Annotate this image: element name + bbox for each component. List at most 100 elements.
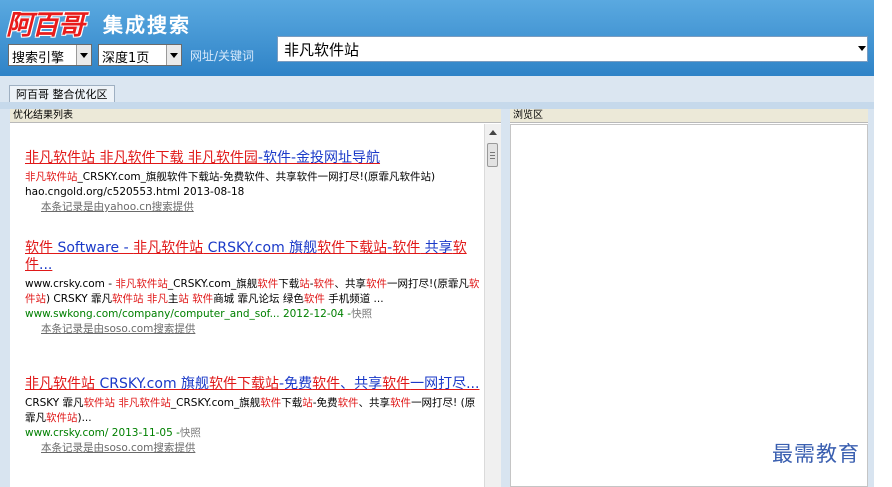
text-segment: 软件 xyxy=(257,278,279,290)
text-segment: 软件 xyxy=(390,397,412,409)
text-segment: 软件站 xyxy=(83,397,116,409)
text-segment: Software - xyxy=(53,240,134,256)
app-window: 阿百哥 集成搜索 搜索引擎 深度1页 网址/关键词 非凡软件站 阿百哥 整合优化… xyxy=(0,0,874,487)
text-segment: 、共享 xyxy=(358,397,391,409)
text-segment: www.crsky.com/ 2013-11-05 - xyxy=(25,427,180,439)
toolbar-strip xyxy=(0,102,874,109)
tab-bar: 阿百哥 整合优化区 xyxy=(0,76,874,103)
text-segment: 软件站 xyxy=(112,293,144,305)
text-segment: -免费 xyxy=(279,376,313,392)
text-segment: 软件下载站 xyxy=(209,376,280,392)
result-source[interactable]: 本条记录是由soso.com搜索提供 xyxy=(25,441,484,456)
text-segment: -免费 xyxy=(312,397,338,409)
text-segment: ... xyxy=(39,257,53,273)
text-segment: 站 xyxy=(302,397,313,409)
result-url: www.crsky.com/ 2013-11-05 -快照 xyxy=(25,426,484,441)
text-segment: 软件下载站 xyxy=(317,240,388,256)
text-segment: www.swkong.com/company/computer_and_sof.… xyxy=(25,308,352,320)
chevron-down-icon[interactable] xyxy=(166,45,181,65)
tab-optimize-area[interactable]: 阿百哥 整合优化区 xyxy=(9,85,115,103)
text-segment: 站 xyxy=(299,278,310,290)
text-segment: 软件 xyxy=(25,240,53,256)
search-engine-select[interactable]: 搜索引擎 xyxy=(8,44,92,66)
result-title-link[interactable]: 非凡软件站 非凡软件下载 非凡软件园-软件-金投网址导航 xyxy=(25,150,435,167)
result-url: www.swkong.com/company/computer_and_sof.… xyxy=(25,307,484,322)
result-title-link[interactable]: 软件 Software - 非凡软件站 CRSKY.com 旗舰软件下载站-软件… xyxy=(25,240,484,274)
result-item: 软件 Software - 非凡软件站 CRSKY.com 旗舰软件下载站-软件… xyxy=(25,240,484,337)
text-segment: 站 xyxy=(178,293,189,305)
results-panel: 优化结果列表 非凡软件站 非凡软件下载 非凡软件园-软件-金投网址导航 非凡软件… xyxy=(10,109,501,487)
text-segment: 软件 xyxy=(382,376,411,392)
text-segment: 快照 xyxy=(351,308,373,320)
scroll-up-icon[interactable] xyxy=(485,124,501,140)
app-title: 集成搜索 xyxy=(103,13,191,37)
text-segment: 非凡软件站 xyxy=(133,240,204,256)
text-segment: 非凡软件站 非凡软件下载 非凡软件园 xyxy=(25,150,258,166)
text-segment: CRSKY 霏凡 xyxy=(25,397,84,409)
text-segment: 非凡软件站 xyxy=(25,376,95,392)
text-segment: 软件 xyxy=(192,293,214,305)
url-keyword-value: 非凡软件站 xyxy=(284,41,360,59)
search-engine-value: 搜索引擎 xyxy=(12,51,65,66)
text-segment: 软件 xyxy=(313,278,335,290)
text-segment: 非凡软件站 xyxy=(115,278,168,290)
text-segment: 快照 xyxy=(179,427,201,439)
header-bar: 阿百哥 集成搜索 搜索引擎 深度1页 网址/关键词 非凡软件站 xyxy=(0,0,874,76)
result-source[interactable]: 本条记录是由yahoo.cn搜索提供 xyxy=(25,200,435,215)
text-segment: 非凡软件站 xyxy=(118,397,171,409)
page-margin xyxy=(874,0,892,487)
results-scrollbar[interactable] xyxy=(484,124,501,487)
text-segment: 软件 xyxy=(392,240,421,256)
result-snippet: 非凡软件站_CRSKY.com_旗舰软件下载站-免费软件、共享软件一网打尽!(原… xyxy=(25,170,435,185)
scroll-thumb[interactable] xyxy=(487,143,498,167)
url-keyword-input[interactable]: 非凡软件站 xyxy=(277,36,868,62)
url-keyword-label: 网址/关键词 xyxy=(190,49,255,63)
chevron-down-icon[interactable] xyxy=(76,45,91,65)
text-segment: _CRSKY.com_旗舰 xyxy=(170,397,261,409)
depth-select[interactable]: 深度1页 xyxy=(98,44,182,66)
text-segment: 手机频道 ... xyxy=(324,293,384,305)
text-segment: 软件 xyxy=(312,376,341,392)
text-segment: 软件 xyxy=(366,278,388,290)
text-segment: 软件 xyxy=(260,397,282,409)
depth-value: 深度1页 xyxy=(102,51,150,66)
text-segment: 共享 xyxy=(420,240,453,256)
result-snippet: CRSKY 霏凡软件站 非凡软件站_CRSKY.com_旗舰软件下载站-免费软件… xyxy=(25,396,484,426)
results-panel-title: 优化结果列表 xyxy=(10,109,501,123)
text-segment: 商城 霏凡论坛 绿色 xyxy=(213,293,304,305)
grip-line xyxy=(490,155,495,156)
text-segment: 一网打尽... xyxy=(410,376,480,392)
text-segment: CRSKY.com 旗舰 xyxy=(203,240,318,256)
text-segment: 非凡 xyxy=(146,293,168,305)
result-item: 非凡软件站 非凡软件下载 非凡软件园-软件-金投网址导航 非凡软件站_CRSKY… xyxy=(25,150,435,215)
result-item: 非凡软件站 CRSKY.com 旗舰软件下载站-免费软件、共享软件一网打尽...… xyxy=(25,376,484,456)
grip-line xyxy=(490,152,495,153)
text-segment: 、共享 xyxy=(334,278,367,290)
text-segment: -软件-金投网址导航 xyxy=(257,150,381,166)
text-segment: 下载 xyxy=(278,278,300,290)
text-segment: 软件站 xyxy=(46,412,78,424)
text-segment: hao.cngold.org/c520553.html 2013-08-18 xyxy=(25,186,245,198)
text-segment: 主 xyxy=(167,293,179,305)
text-segment: 软件 xyxy=(303,293,325,305)
watermark: 最需教育 xyxy=(772,442,860,466)
result-source[interactable]: 本条记录是由soso.com搜索提供 xyxy=(25,322,484,337)
browse-panel-title: 浏览区 xyxy=(510,109,868,123)
grip-line xyxy=(490,158,495,159)
text-segment: 软件 xyxy=(337,397,359,409)
text-segment: _CRSKY.com_旗舰 xyxy=(167,278,258,290)
app-logo: 阿百哥 xyxy=(6,10,85,41)
text-segment: 非凡软件站 xyxy=(25,171,78,183)
result-title-link[interactable]: 非凡软件站 CRSKY.com 旗舰软件下载站-免费软件、共享软件一网打尽... xyxy=(25,376,484,393)
text-segment: www.crsky.com - xyxy=(25,278,116,290)
text-segment: 下载 xyxy=(281,397,303,409)
text-segment: 一网打尽!(原霏凡 xyxy=(387,278,469,290)
text-segment: 、共享 xyxy=(340,376,383,392)
result-snippet: www.crsky.com - 非凡软件站_CRSKY.com_旗舰软件下载站-… xyxy=(25,277,484,307)
chevron-down-icon[interactable] xyxy=(858,46,866,51)
text-segment: CRSKY.com 旗舰 xyxy=(95,376,210,392)
results-list: 非凡软件站 非凡软件下载 非凡软件园-软件-金投网址导航 非凡软件站_CRSKY… xyxy=(10,124,484,487)
text-segment: ) CRSKY 霏凡 xyxy=(46,293,112,305)
browse-area[interactable] xyxy=(510,124,868,487)
result-url: hao.cngold.org/c520553.html 2013-08-18 xyxy=(25,185,435,200)
